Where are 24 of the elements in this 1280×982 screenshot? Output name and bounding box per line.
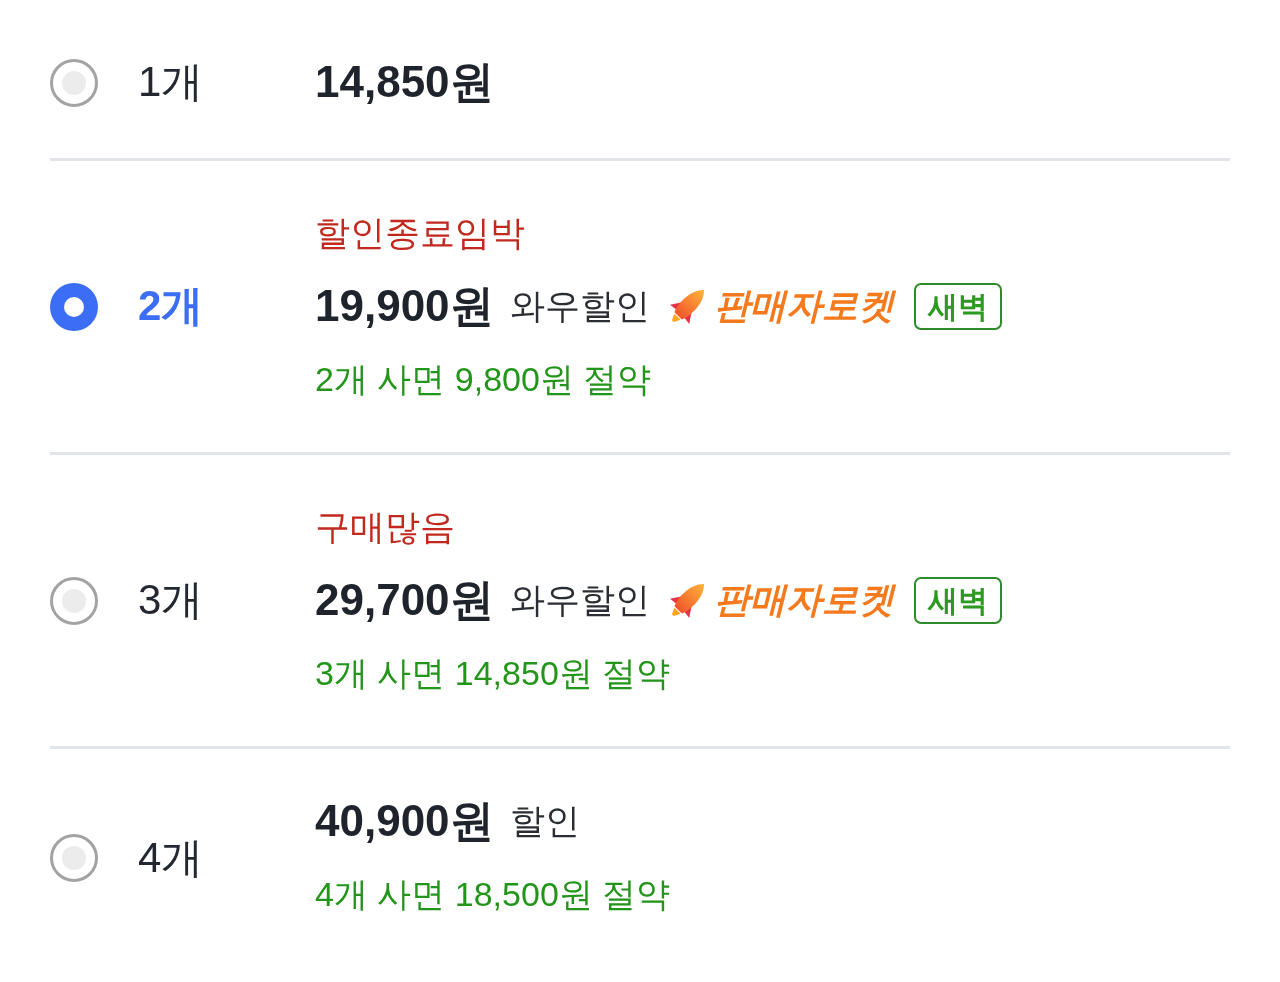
radio-button[interactable] [50,576,98,625]
dawn-delivery-badge: 새벽 [913,577,1002,624]
discount-label: 할인 [509,800,580,842]
delivery-label: 판매자로켓 [713,284,894,328]
promo-tag: 할인종료임박 [315,210,525,257]
dawn-delivery-badge: 새벽 [913,283,1002,330]
delivery-label: 판매자로켓 [713,578,894,622]
quantity-label: 4개 [137,832,205,883]
discount-label: 와우할인 [509,579,650,621]
price: 40,900원 [315,795,494,847]
savings-text: 2개 사면 9,800원 절약 [315,358,652,400]
price: 14,850원 [315,56,494,108]
radio-button[interactable] [50,282,98,331]
radio-button[interactable] [50,58,98,107]
quantity-label: 1개 [137,57,205,108]
radio-button[interactable] [50,834,98,882]
quantity-label: 2개 [137,281,205,332]
quantity-label: 3개 [137,575,205,626]
price: 29,700원 [315,574,494,626]
promo-tag: 구매많음 [315,504,455,551]
discount-label: 와우할인 [509,285,650,327]
savings-text: 4개 사면 18,500원 절약 [315,873,671,915]
savings-text: 3개 사면 14,850원 절약 [315,652,671,694]
price: 19,900원 [315,280,494,332]
